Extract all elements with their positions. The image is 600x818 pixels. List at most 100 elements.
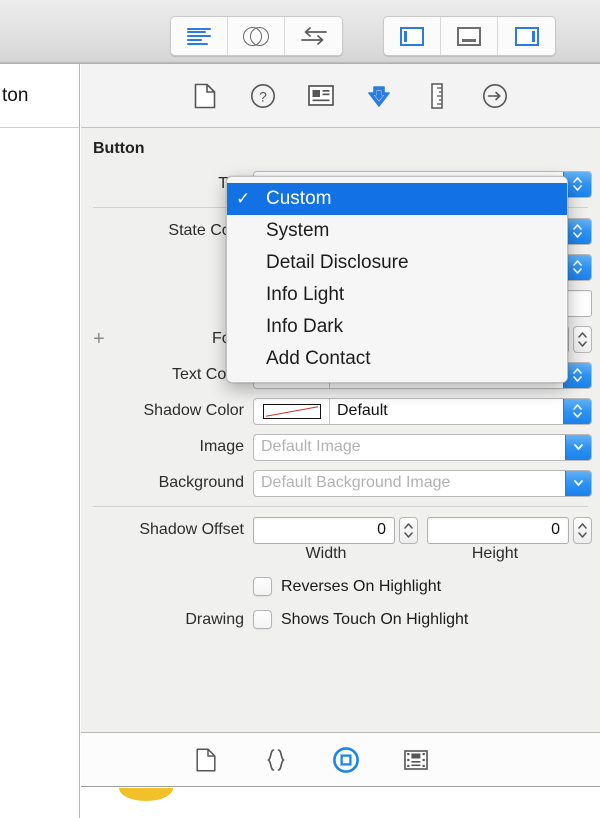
shadow-color-well[interactable]: [254, 399, 330, 424]
shadow-offset-height-field[interactable]: 0: [427, 517, 569, 544]
editor-mode-segmented-control[interactable]: [170, 16, 343, 56]
chevron-updown-icon: [573, 368, 582, 382]
height-caption: Height: [422, 545, 568, 563]
swap-arrows-icon: [301, 27, 327, 45]
shadow-color-label: Shadow Color: [81, 402, 253, 420]
menu-item-label: Info Dark: [266, 316, 343, 338]
menu-item-label: Detail Disclosure: [266, 252, 409, 274]
library-item-icon: [119, 788, 173, 801]
identity-inspector-tab[interactable]: [307, 81, 335, 111]
chevron-updown-icon: [573, 177, 582, 191]
lines-icon: [187, 28, 211, 45]
shadow-color-row: Shadow Color Default: [81, 393, 600, 429]
arrow-circle-icon: [482, 83, 508, 109]
background-dropdown-arrow[interactable]: [565, 471, 591, 496]
braces-icon: [265, 748, 287, 772]
image-dropdown-arrow[interactable]: [565, 435, 591, 460]
clear-color-swatch: [263, 404, 321, 419]
background-placeholder: Default Background Image: [254, 474, 565, 492]
svg-text:?: ?: [259, 88, 267, 104]
reverses-on-highlight-label: Reverses On Highlight: [281, 578, 441, 596]
menu-item-info-dark[interactable]: Info Dark: [227, 311, 567, 343]
truncated-object-label: ton: [2, 85, 28, 107]
inspector-tab-bar[interactable]: ?: [81, 64, 600, 128]
shadow-offset-height-stepper[interactable]: [573, 517, 592, 544]
bottom-panel-icon: [457, 27, 481, 46]
id-card-icon: [308, 85, 334, 106]
checkmark-icon: ✓: [236, 189, 266, 209]
toggle-navigator-button[interactable]: [384, 17, 441, 55]
width-caption: Width: [253, 545, 399, 563]
menu-item-custom[interactable]: ✓ Custom: [227, 183, 567, 215]
caption-spacer: [81, 545, 253, 563]
reverses-on-highlight-checkbox[interactable]: [253, 577, 272, 596]
background-combo-box[interactable]: Default Background Image: [253, 470, 592, 497]
connections-inspector-tab[interactable]: [481, 81, 509, 111]
attributes-inspector-tab[interactable]: [365, 81, 393, 111]
drawing-label: Drawing: [81, 611, 253, 629]
menu-item-label: Info Light: [266, 284, 344, 306]
diagonal-slash-icon: [264, 405, 320, 418]
document-icon: [194, 83, 216, 109]
shadow-offset-label: Shadow Offset: [81, 521, 253, 539]
main-toolbar: [0, 0, 600, 64]
code-snippet-library-button[interactable]: [261, 745, 291, 775]
menu-item-label: Add Contact: [266, 348, 371, 370]
library-content-area: [81, 788, 600, 818]
shows-touch-on-highlight-checkbox[interactable]: [253, 610, 272, 629]
chevron-updown-icon: [573, 260, 582, 274]
menu-item-system[interactable]: System: [227, 215, 567, 247]
caption-gap: [399, 545, 422, 563]
form-divider-2: [93, 506, 588, 507]
shadow-color-value: Default: [330, 402, 563, 420]
add-attribute-button[interactable]: +: [93, 329, 105, 349]
shadow-color-popup-button[interactable]: Default: [253, 398, 592, 425]
shadow-offset-row: Shadow Offset 0 0: [81, 512, 600, 548]
image-placeholder: Default Image: [254, 438, 565, 456]
shadow-offset-width-stepper[interactable]: [399, 517, 418, 544]
background-row: Background Default Background Image: [81, 465, 600, 501]
background-label: Background: [81, 474, 253, 492]
menu-item-add-contact[interactable]: Add Contact: [227, 343, 567, 375]
library-selector-bar[interactable]: [81, 732, 600, 787]
standard-editor-button[interactable]: [171, 17, 228, 55]
chevron-updown-icon: [573, 404, 582, 418]
document-icon: [196, 748, 216, 772]
media-library-button[interactable]: [401, 745, 431, 775]
menu-item-detail-disclosure[interactable]: Detail Disclosure: [227, 247, 567, 279]
ruler-icon: [430, 83, 444, 109]
menu-item-info-light[interactable]: Info Light: [227, 279, 567, 311]
utilities-inspector: ?: [81, 64, 600, 732]
file-template-library-button[interactable]: [191, 745, 221, 775]
shadow-color-popup-arrow[interactable]: [563, 399, 591, 424]
shadow-offset-width-field[interactable]: 0: [253, 517, 395, 544]
media-icon: [404, 750, 428, 770]
font-stepper[interactable]: [573, 326, 592, 353]
quick-help-inspector-tab[interactable]: ?: [249, 81, 277, 111]
object-library-button[interactable]: [331, 745, 361, 775]
shows-touch-on-highlight-row: Drawing Shows Touch On Highlight: [81, 603, 600, 636]
right-panel-icon: [515, 27, 539, 46]
panel-toggle-segmented-control[interactable]: [383, 16, 556, 56]
version-editor-button[interactable]: [285, 17, 342, 55]
size-inspector-tab[interactable]: [423, 81, 451, 111]
toggle-debug-area-button[interactable]: [441, 17, 498, 55]
shows-touch-on-highlight-label: Shows Touch On Highlight: [281, 611, 468, 629]
left-panel-icon: [400, 27, 424, 46]
image-row: Image Default Image: [81, 429, 600, 465]
chevron-updown-icon: [573, 224, 582, 238]
assistant-editor-button[interactable]: [228, 17, 285, 55]
editor-pane-row: ton: [0, 64, 79, 128]
question-circle-icon: ?: [250, 83, 276, 109]
image-label: Image: [81, 438, 253, 456]
image-combo-box[interactable]: Default Image: [253, 434, 592, 461]
button-type-popup-menu[interactable]: ✓ Custom System Detail Disclosure Info L…: [226, 176, 568, 383]
file-inspector-tab[interactable]: [191, 81, 219, 111]
library-item-clip: [81, 788, 600, 818]
toggle-utilities-button[interactable]: [498, 17, 555, 55]
reverses-on-highlight-row: Reverses On Highlight: [81, 570, 600, 603]
menu-item-label: System: [266, 220, 329, 242]
menu-item-label: Custom: [266, 188, 331, 210]
circle-square-icon: [332, 746, 360, 774]
shadow-offset-captions: Width Height: [81, 545, 600, 563]
